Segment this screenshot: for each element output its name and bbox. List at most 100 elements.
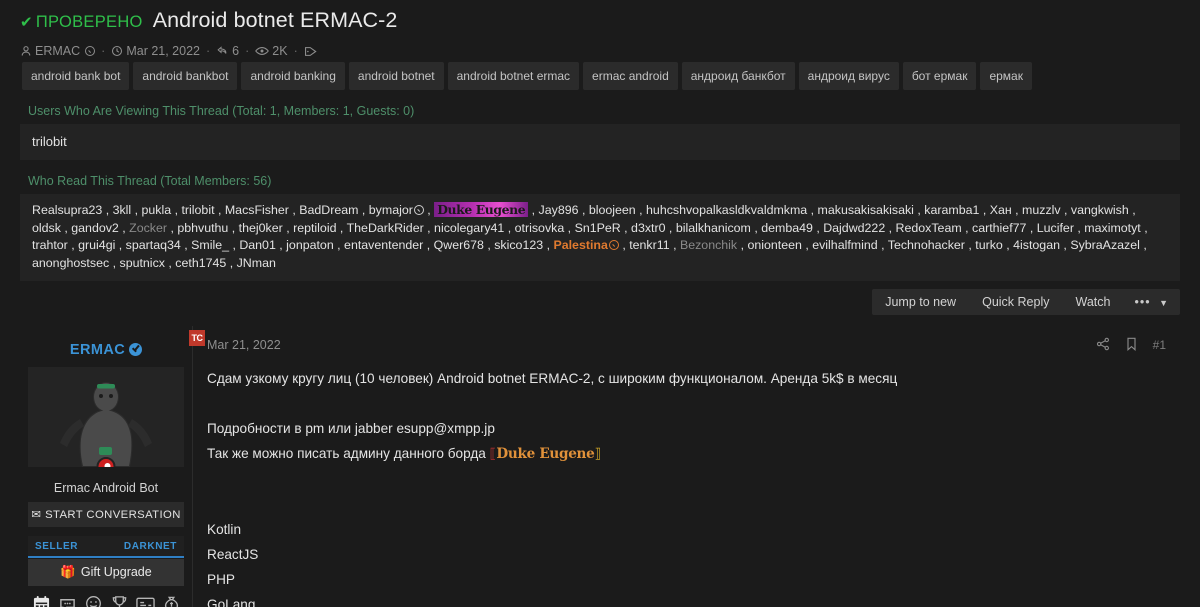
ellipsis-icon: •••	[1134, 295, 1151, 309]
reader-name[interactable]: Sn1PeR	[575, 221, 621, 235]
meta-separator: ·	[293, 44, 298, 58]
reader-name[interactable]: Dajdwd222	[823, 221, 885, 235]
reader-name[interactable]: Dan01	[239, 238, 276, 252]
reader-name[interactable]: Duke Eugene	[434, 202, 529, 217]
reader-name[interactable]: Smile_	[191, 238, 229, 252]
gift-upgrade-button[interactable]: 🎁 Gift Upgrade	[28, 559, 184, 586]
reader-name[interactable]: tenkr11	[629, 238, 669, 252]
reader-name[interactable]: MacsFisher	[225, 203, 289, 217]
reader-name[interactable]: vangkwish	[1071, 203, 1129, 217]
who-read-thread-members: Realsupra23 , 3kll , pukla , trilobit , …	[20, 194, 1180, 281]
jump-to-new-button[interactable]: Jump to new	[872, 289, 969, 315]
reader-name[interactable]: nicolegary41	[434, 221, 504, 235]
reader-name[interactable]: skico123	[494, 238, 543, 252]
name-separator: ,	[669, 238, 680, 252]
reader-name[interactable]: trilobit	[181, 203, 214, 217]
reader-name[interactable]: bymajor	[369, 203, 413, 217]
reader-name[interactable]: Technohacker	[888, 238, 965, 252]
reader-name[interactable]: evilhalfmind	[812, 238, 877, 252]
thread-tag[interactable]: android botnet	[348, 62, 444, 90]
start-conversation-button[interactable]: ✉ START CONVERSATION	[28, 502, 184, 527]
post-header-actions: #1	[1096, 337, 1166, 354]
thread-tag[interactable]: ермак	[980, 62, 1032, 90]
thread-header: ✔ ПРОВЕРЕНО Android botnet ERMAC-2 ERMAC …	[0, 0, 1200, 90]
reader-name[interactable]: makusakisakisaki	[818, 203, 914, 217]
verified-badge-icon	[413, 205, 424, 215]
name-separator: ,	[483, 238, 495, 252]
thread-prefix-badge[interactable]: ✔ ПРОВЕРЕНО	[20, 13, 143, 32]
name-separator: ,	[275, 238, 287, 252]
card-icon[interactable]	[134, 595, 156, 607]
post-number[interactable]: #1	[1153, 338, 1166, 352]
tags-icon-wrap	[304, 45, 318, 58]
reader-name[interactable]: ceth1745	[175, 256, 226, 270]
reader-name[interactable]: onionteen	[747, 238, 801, 252]
thread-author[interactable]: ERMAC	[20, 40, 96, 62]
reaction-icon[interactable]	[82, 595, 104, 607]
thread-tag[interactable]: андроид банкбот	[681, 62, 795, 90]
reader-name[interactable]: Lucifer	[1037, 221, 1074, 235]
reader-name[interactable]: Qwer678	[434, 238, 484, 252]
reader-name[interactable]: SybraAzazel	[1070, 238, 1140, 252]
reader-name[interactable]: grui4gi	[78, 238, 115, 252]
reader-name[interactable]: 3kll	[113, 203, 132, 217]
reader-name[interactable]: BadDream	[299, 203, 358, 217]
reader-name[interactable]: anonghostsec	[32, 256, 109, 270]
quick-reply-button[interactable]: Quick Reply	[969, 289, 1062, 315]
reader-name[interactable]: TheDarkRider	[347, 221, 424, 235]
reader-name[interactable]: muzzlv	[1022, 203, 1061, 217]
reader-name[interactable]: karamba1	[924, 203, 979, 217]
reader-name[interactable]: bilalkhanicom	[676, 221, 751, 235]
reader-name[interactable]: turko	[975, 238, 1003, 252]
calendar-icon[interactable]	[30, 595, 52, 607]
reader-name[interactable]: Хан	[990, 203, 1012, 217]
reader-name[interactable]: RedoxTeam	[896, 221, 962, 235]
post-author-name[interactable]: ERMAC	[28, 330, 184, 367]
reader-name[interactable]: 4istogan	[1013, 238, 1060, 252]
bookmark-button[interactable]	[1126, 337, 1137, 354]
reader-name[interactable]: d3xtr0	[631, 221, 665, 235]
reader-name[interactable]: pukla	[142, 203, 172, 217]
reader-name[interactable]: jonpaton	[286, 238, 334, 252]
reader-name[interactable]: carthief77	[972, 221, 1026, 235]
reader-name[interactable]: bloojeen	[589, 203, 636, 217]
reader-name[interactable]: Bezonchik	[680, 238, 737, 252]
reader-name[interactable]: demba49	[761, 221, 813, 235]
thread-tag[interactable]: ermac android	[583, 62, 678, 90]
thread-tag[interactable]: android banking	[241, 62, 345, 90]
reader-name[interactable]: thej0ker	[239, 221, 283, 235]
messages-icon[interactable]	[56, 595, 78, 607]
share-button[interactable]	[1096, 337, 1110, 354]
reader-name[interactable]: reptiloid	[293, 221, 336, 235]
money-bag-icon[interactable]	[160, 595, 182, 607]
reader-name[interactable]: JNman	[237, 256, 276, 270]
more-options-button[interactable]: ••• ▼	[1123, 289, 1180, 315]
thread-tag[interactable]: андроид вирус	[798, 62, 899, 90]
reader-name[interactable]: huhcshvopalkasldkvaldmkma	[646, 203, 807, 217]
reader-name[interactable]: oldsk	[32, 221, 61, 235]
thread-tag[interactable]: android bank bot	[22, 62, 130, 90]
reader-name[interactable]: Palestina	[553, 238, 607, 252]
post-date[interactable]: Mar 21, 2022	[207, 338, 281, 352]
thread-views-count: 2K	[272, 44, 288, 58]
thread-tag[interactable]: android botnet ermac	[447, 62, 580, 90]
trophy-icon[interactable]	[108, 595, 130, 607]
thread-tag[interactable]: бот ермак	[902, 62, 977, 90]
reader-name[interactable]: Jay896	[539, 203, 579, 217]
reader-name[interactable]: gandov2	[71, 221, 119, 235]
reader-name[interactable]: spartaq34	[126, 238, 181, 252]
reader-name[interactable]: maximotyt	[1084, 221, 1140, 235]
reader-name[interactable]: Realsupra23	[32, 203, 102, 217]
reader-name[interactable]: otrisovka	[515, 221, 565, 235]
duke-eugene-mention[interactable]: Duke Eugene	[496, 446, 594, 462]
reader-name[interactable]: trahtor	[32, 238, 68, 252]
reader-name[interactable]: Zocker	[129, 221, 167, 235]
thread-tag[interactable]: android bankbot	[133, 62, 238, 90]
reader-name[interactable]: pbhvuthu	[177, 221, 228, 235]
watch-button[interactable]: Watch	[1062, 289, 1123, 315]
name-separator: ,	[164, 255, 176, 270]
avatar[interactable]	[28, 367, 184, 467]
reader-name[interactable]: entaventender	[344, 238, 423, 252]
viewer-name[interactable]: trilobit	[32, 134, 67, 149]
reader-name[interactable]: sputnicx	[120, 256, 165, 270]
